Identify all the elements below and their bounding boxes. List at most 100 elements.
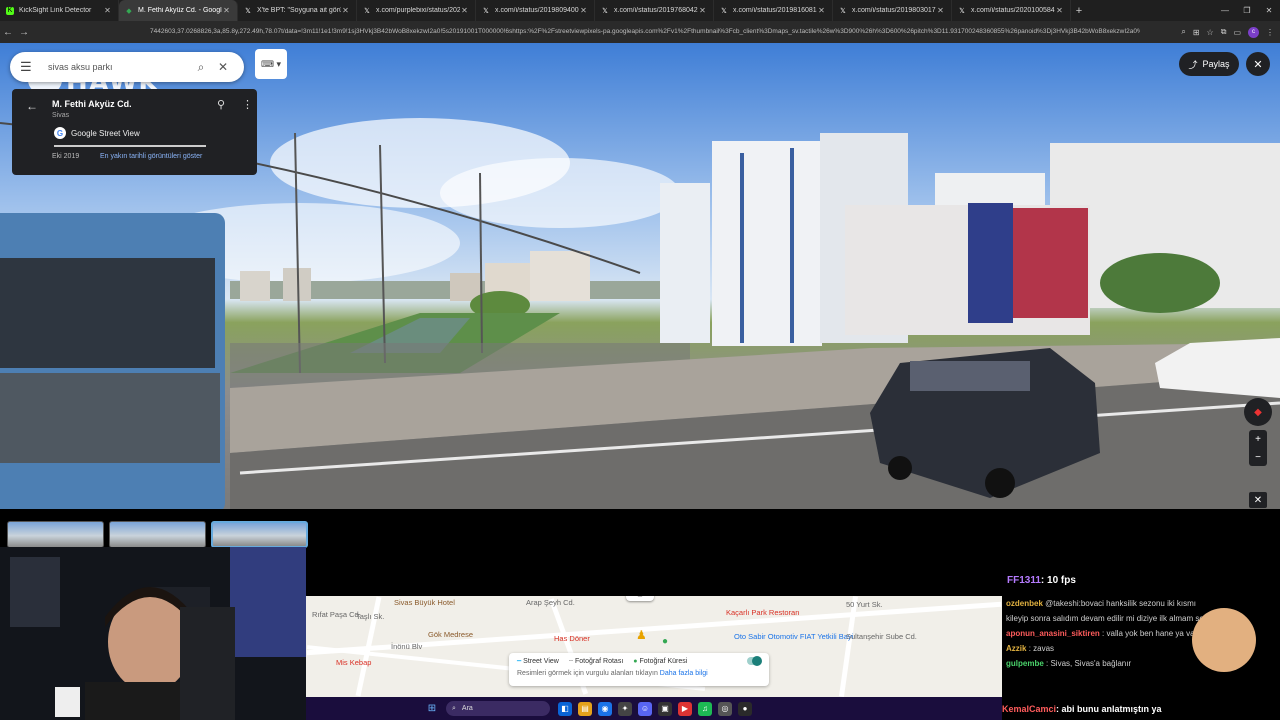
photo-thumbnail[interactable]: [7, 521, 104, 548]
close-tab-icon[interactable]: ✕: [460, 6, 469, 15]
browser-tab[interactable]: 𝕏 x.com/i/status/20198160818008 ✕: [714, 0, 833, 21]
compass-button[interactable]: ◆: [1244, 398, 1272, 426]
app-icon[interactable]: ◎: [718, 701, 732, 716]
pegman-icon[interactable]: ♟: [636, 628, 647, 642]
more-info-link[interactable]: Daha fazla bilgi: [660, 670, 708, 677]
close-tab-icon[interactable]: ✕: [698, 6, 707, 15]
forward-icon[interactable]: →: [16, 27, 32, 38]
address-bar[interactable]: 7442603,37.0268826,3a,85.8y,272.49h,78.0…: [150, 25, 1140, 39]
discord-icon[interactable]: ☺: [638, 701, 652, 716]
map-label-street: İnönü Blv: [391, 642, 423, 651]
fps-counter: FF1311: 10 fps: [1007, 575, 1076, 586]
map-label-sultansehir: Sultanşehir Sube Cd.: [846, 632, 917, 641]
close-tab-icon[interactable]: ✕: [817, 6, 826, 15]
browser-tab[interactable]: 𝕏 x.com/purplebixi/status/2020144 ✕: [357, 0, 476, 21]
close-thumbnails-button[interactable]: ✕: [1249, 492, 1267, 508]
hamburger-menu-icon[interactable]: ☰: [20, 59, 38, 75]
close-street-view-button[interactable]: ✕: [1246, 52, 1270, 76]
obs-icon[interactable]: ●: [738, 701, 752, 716]
mini-map[interactable]: ═ Sivas Büyük Hotel Rıfat Paşa Cd. Arap …: [306, 596, 1002, 697]
back-arrow-icon[interactable]: ←: [26, 99, 38, 113]
map-drag-handle[interactable]: ═: [626, 596, 654, 601]
close-window-icon[interactable]: ✕: [1258, 6, 1280, 15]
browser-tab[interactable]: 𝕏 x.com/i/status/20197680422511 ✕: [595, 0, 714, 21]
app-icon[interactable]: ◧: [558, 701, 572, 716]
browser-tab[interactable]: 𝕏 X'te BPT: "Soyguna ait görüntüler" ✕: [238, 0, 357, 21]
map-label-street: Arap Şeyh Cd.: [526, 598, 575, 607]
profile-avatar[interactable]: c: [1248, 26, 1259, 38]
location-pin-icon[interactable]: ⚲: [217, 98, 225, 111]
search-icon[interactable]: ⌕: [190, 60, 212, 75]
tab-title: KickSight Link Detector: [19, 7, 92, 14]
bookmark-star-icon[interactable]: ☆: [1207, 28, 1214, 37]
place-info-card: ← M. Fethi Akyüz Cd. Sivas ⚲ ⋮ G Google …: [12, 89, 257, 175]
translate-icon[interactable]: ⊞: [1193, 28, 1200, 37]
sidebar-icon[interactable]: ▭: [1233, 28, 1241, 37]
x-icon: 𝕏: [245, 7, 251, 15]
close-tab-icon[interactable]: ✕: [936, 6, 945, 15]
street-view-marker-icon[interactable]: ●: [662, 636, 668, 647]
more-options-icon[interactable]: ⋮: [242, 98, 253, 111]
photo-sphere-legend: ● Fotoğraf Küresi: [633, 657, 688, 665]
browser-tab[interactable]: 𝕏 x.com/i/status/20198030171712 ✕: [833, 0, 952, 21]
close-tab-icon[interactable]: ✕: [222, 6, 231, 15]
chrome-icon[interactable]: ◉: [598, 701, 612, 716]
tab-title: x.com/i/status/20201005842888: [971, 7, 1055, 14]
browser-tab-active[interactable]: ◆ M. Fethi Akyüz Cd. - Google Haritalar …: [119, 0, 238, 21]
clear-search-icon[interactable]: ✕: [212, 60, 234, 74]
close-tab-icon[interactable]: ✕: [579, 6, 588, 15]
zoom-in-icon[interactable]: +: [1255, 434, 1261, 445]
map-legend: ━ Street View ╌ Fotoğraf Rotası ● Fotoğr…: [509, 653, 769, 686]
street-view-toggle[interactable]: [747, 656, 762, 666]
map-label-otomotiv: Oto Sabir Otomotiv FIAT Yetkili Bayi: [734, 632, 854, 641]
tab-title: X'te BPT: "Soyguna ait görüntüler": [257, 7, 341, 14]
taskbar-apps: ◧ ▤ ◉ ✦ ☺ ▣ ▶ ♫ ◎ ●: [558, 701, 752, 716]
spotify-icon[interactable]: ♫: [698, 701, 712, 716]
browser-tab[interactable]: 𝕏 x.com/i/status/20198094006143 ✕: [476, 0, 595, 21]
street-view-source: G Google Street View: [54, 127, 140, 139]
browser-toolbar: ← → 7442603,37.0268826,3a,85.8y,272.49h,…: [0, 21, 1280, 43]
windows-taskbar: ⊞ ⌕ Ara ◧ ▤ ◉ ✦ ☺ ▣ ▶ ♫ ◎ ●: [306, 697, 1002, 720]
fps-code: FF1311: [1007, 575, 1041, 586]
menu-kebab-icon[interactable]: ⋮: [1266, 28, 1274, 37]
photo-thumbnail[interactable]: [109, 521, 206, 548]
share-button[interactable]: ⤴ Paylaş: [1179, 52, 1239, 76]
map-label-kebap: Mis Kebap: [336, 658, 372, 667]
app-icon[interactable]: ▶: [678, 701, 692, 716]
app-icon[interactable]: ✦: [618, 701, 632, 716]
taskbar-search[interactable]: ⌕ Ara: [446, 701, 550, 716]
share-icon: ⤴: [1188, 59, 1198, 70]
place-city: Sivas: [52, 112, 70, 119]
history-link[interactable]: En yakın tarihli görüntüleri göster: [100, 153, 202, 160]
webcam-scene: [0, 547, 306, 720]
browser-tab-strip: K KickSight Link Detector ✕ ◆ M. Fethi A…: [0, 0, 1280, 21]
tab-title: x.com/i/status/20198094006143: [495, 7, 579, 14]
close-icon: ✕: [1253, 494, 1263, 506]
zoom-out-icon[interactable]: −: [1255, 452, 1261, 463]
maximize-icon[interactable]: ❐: [1236, 6, 1258, 15]
minimize-icon[interactable]: —: [1214, 6, 1236, 15]
emote-sticker: [1192, 608, 1256, 672]
close-tab-icon[interactable]: ✕: [341, 6, 350, 15]
toolbar-icons: ⌕ ⊞ ☆ ⧉ ▭ c ⋮: [1181, 21, 1274, 43]
layers-button[interactable]: ⌨ ▾: [255, 49, 287, 79]
extensions-icon[interactable]: ⧉: [1221, 27, 1227, 37]
kick-icon: K: [6, 6, 14, 15]
photo-thumbnail-selected[interactable]: [211, 521, 308, 548]
windows-start-icon[interactable]: ⊞: [422, 703, 442, 714]
search-input[interactable]: sivas aksu parkı: [38, 62, 190, 72]
app-icon[interactable]: ▣: [658, 701, 672, 716]
search-lens-icon[interactable]: ⌕: [1181, 27, 1185, 37]
x-icon: 𝕏: [602, 7, 608, 15]
back-icon[interactable]: ←: [0, 27, 16, 38]
browser-tab[interactable]: 𝕏 x.com/i/status/20201005842888 ✕: [952, 0, 1071, 21]
close-tab-icon[interactable]: ✕: [103, 6, 112, 15]
fps-value: : 10 fps: [1040, 575, 1076, 586]
x-icon: 𝕏: [959, 7, 965, 15]
file-explorer-icon[interactable]: ▤: [578, 701, 592, 716]
street-view-panorama[interactable]: HAWK ☰ sivas aksu parkı ⌕ ✕ ⌨ ▾ ← M. Fet…: [0, 43, 1280, 509]
close-tab-icon[interactable]: ✕: [1055, 6, 1064, 15]
maps-search-box[interactable]: ☰ sivas aksu parkı ⌕ ✕: [10, 52, 244, 82]
new-tab-button[interactable]: +: [1071, 5, 1087, 17]
browser-tab[interactable]: K KickSight Link Detector ✕: [0, 0, 119, 21]
